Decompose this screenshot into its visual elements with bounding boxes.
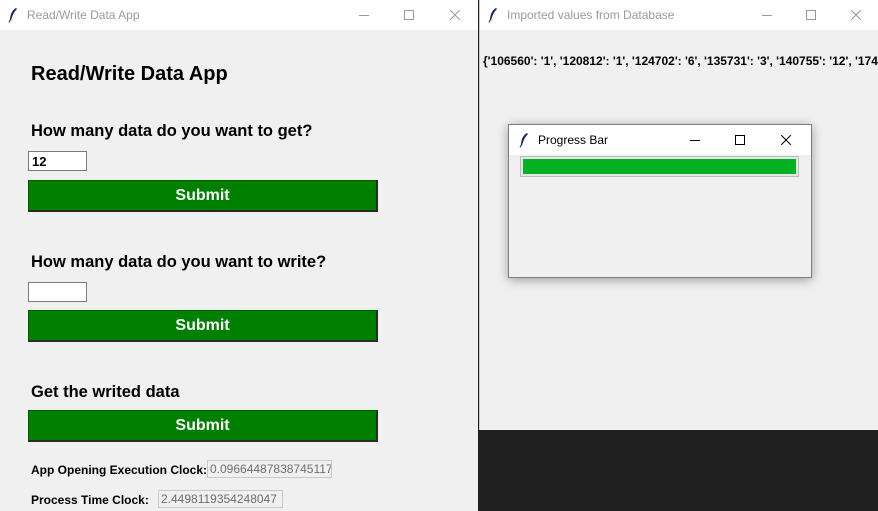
main-titlebar[interactable]: Read/Write Data App xyxy=(0,0,478,30)
main-window-title: Read/Write Data App xyxy=(27,8,140,22)
progress-bar-fill xyxy=(523,159,796,174)
opening-clock-label: App Opening Execution Clock: xyxy=(31,463,208,477)
get-submit-button[interactable]: Submit xyxy=(28,180,378,212)
feather-icon xyxy=(519,133,528,148)
write-count-input[interactable] xyxy=(28,282,87,302)
progress-titlebar[interactable]: Progress Bar xyxy=(509,125,811,155)
minimize-icon xyxy=(762,15,772,16)
process-clock-field: 2.4498119354248047 xyxy=(158,490,283,508)
feather-icon xyxy=(488,8,497,23)
progress-window: Progress Bar xyxy=(508,124,812,278)
minimize-button[interactable] xyxy=(744,0,790,30)
close-icon xyxy=(450,10,460,20)
close-button[interactable] xyxy=(432,0,478,30)
close-icon xyxy=(851,10,861,20)
close-icon xyxy=(781,135,791,145)
main-window: Read/Write Data App Read/Write Data App … xyxy=(0,0,478,511)
minimize-icon xyxy=(690,140,700,141)
database-titlebar[interactable]: Imported values from Database xyxy=(480,0,878,30)
writed-data-label: Get the writed data xyxy=(31,383,180,401)
write-submit-button[interactable]: Submit xyxy=(28,310,378,342)
minimize-icon xyxy=(359,15,369,16)
feather-icon xyxy=(8,8,17,23)
maximize-icon xyxy=(404,10,414,20)
progress-window-title: Progress Bar xyxy=(538,133,609,147)
progress-bar xyxy=(520,156,799,177)
page-title: Read/Write Data App xyxy=(31,63,228,85)
get-count-input[interactable] xyxy=(28,151,87,171)
maximize-button[interactable] xyxy=(386,0,432,30)
maximize-button[interactable] xyxy=(717,125,763,155)
close-button[interactable] xyxy=(833,0,878,30)
opening-clock-field: 0.09664487838745117 xyxy=(207,460,332,478)
close-button[interactable] xyxy=(763,125,809,155)
get-question-label: How many data do you want to get? xyxy=(31,122,313,140)
database-values-text: {'106560': '1', '120812': '1', '124702':… xyxy=(483,54,878,68)
process-clock-label: Process Time Clock: xyxy=(31,493,149,507)
minimize-button[interactable] xyxy=(341,0,387,30)
writed-submit-button[interactable]: Submit xyxy=(28,410,378,442)
maximize-button[interactable] xyxy=(788,0,834,30)
minimize-button[interactable] xyxy=(672,125,718,155)
write-question-label: How many data do you want to write? xyxy=(31,253,327,271)
database-window-title: Imported values from Database xyxy=(507,8,675,22)
maximize-icon xyxy=(735,135,745,145)
maximize-icon xyxy=(806,10,816,20)
